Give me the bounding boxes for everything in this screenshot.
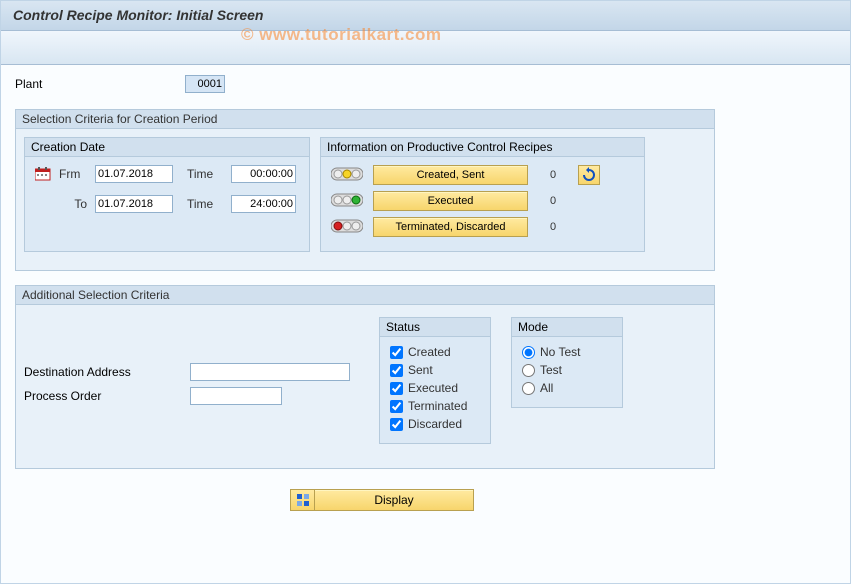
- refresh-icon: [581, 167, 597, 183]
- to-time-input[interactable]: [231, 195, 296, 213]
- from-time-label: Time: [181, 167, 223, 181]
- mode-test-label: Test: [540, 363, 562, 377]
- status-sent-checkbox[interactable]: [390, 364, 403, 377]
- terminated-discarded-count: 0: [538, 221, 568, 233]
- selection-criteria-header: Selection Criteria for Creation Period: [16, 110, 714, 129]
- to-time-label: Time: [181, 197, 223, 211]
- plant-label: Plant: [15, 77, 175, 91]
- plant-input[interactable]: [185, 75, 225, 93]
- info-panel: Information on Productive Control Recipe…: [320, 137, 645, 252]
- content-area: Plant Selection Criteria for Creation Pe…: [1, 65, 850, 521]
- status-created-label: Created: [408, 345, 451, 359]
- destination-address-label: Destination Address: [24, 365, 190, 379]
- status-discarded-label: Discarded: [408, 417, 462, 431]
- to-label: To: [59, 197, 87, 211]
- page-title: Control Recipe Monitor: Initial Screen: [1, 1, 850, 31]
- status-header: Status: [380, 318, 490, 337]
- status-created-checkbox[interactable]: [390, 346, 403, 359]
- mode-no-test-label: No Test: [540, 345, 580, 359]
- process-order-label: Process Order: [24, 389, 190, 403]
- created-sent-button[interactable]: Created, Sent: [373, 165, 528, 185]
- created-sent-count: 0: [538, 169, 568, 181]
- creation-date-panel: Creation Date Frm Time To: [24, 137, 310, 252]
- traffic-light-green-icon: [331, 193, 363, 209]
- status-terminated-checkbox[interactable]: [390, 400, 403, 413]
- executed-count: 0: [538, 195, 568, 207]
- mode-test-radio[interactable]: [522, 364, 535, 377]
- mode-panel: Mode No Test Test All: [511, 317, 623, 408]
- additional-criteria-header: Additional Selection Criteria: [16, 286, 714, 305]
- executed-button[interactable]: Executed: [373, 191, 528, 211]
- calendar-icon[interactable]: [35, 167, 51, 181]
- process-order-input[interactable]: [190, 387, 282, 405]
- toolbar: [1, 31, 850, 65]
- refresh-button[interactable]: [578, 165, 600, 185]
- info-header: Information on Productive Control Recipe…: [321, 138, 644, 157]
- display-grid-icon-button[interactable]: [290, 489, 314, 511]
- from-date-input[interactable]: [95, 165, 173, 183]
- selection-criteria-group: Selection Criteria for Creation Period C…: [15, 109, 715, 271]
- additional-criteria-group: Additional Selection Criteria Destinatio…: [15, 285, 715, 469]
- terminated-discarded-button[interactable]: Terminated, Discarded: [373, 217, 528, 237]
- status-executed-label: Executed: [408, 381, 458, 395]
- status-discarded-checkbox[interactable]: [390, 418, 403, 431]
- status-executed-checkbox[interactable]: [390, 382, 403, 395]
- mode-all-radio[interactable]: [522, 382, 535, 395]
- mode-all-label: All: [540, 381, 553, 395]
- destination-address-input[interactable]: [190, 363, 350, 381]
- display-button[interactable]: Display: [314, 489, 474, 511]
- status-terminated-label: Terminated: [408, 399, 467, 413]
- status-panel: Status Created Sent Executed Terminated …: [379, 317, 491, 444]
- traffic-light-yellow-icon: [331, 167, 363, 183]
- spacer: [35, 197, 51, 211]
- mode-no-test-radio[interactable]: [522, 346, 535, 359]
- grid-icon: [296, 493, 310, 507]
- traffic-light-red-icon: [331, 219, 363, 235]
- creation-date-header: Creation Date: [25, 138, 309, 157]
- to-date-input[interactable]: [95, 195, 173, 213]
- mode-header: Mode: [512, 318, 622, 337]
- status-sent-label: Sent: [408, 363, 433, 377]
- from-label: Frm: [59, 167, 87, 181]
- from-time-input[interactable]: [231, 165, 296, 183]
